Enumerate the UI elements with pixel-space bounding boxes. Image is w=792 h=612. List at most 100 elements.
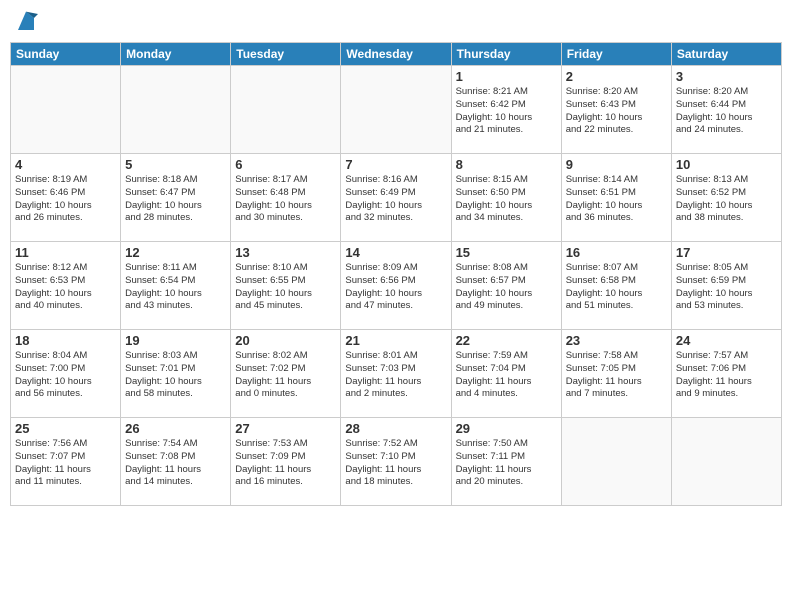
- day-info: Sunrise: 8:13 AM Sunset: 6:52 PM Dayligh…: [676, 174, 777, 225]
- day-info: Sunrise: 8:15 AM Sunset: 6:50 PM Dayligh…: [456, 174, 557, 225]
- calendar-cell: 14 Sunrise: 8:09 AM Sunset: 6:56 PM Dayli…: [341, 242, 451, 330]
- day-info: Sunrise: 8:20 AM Sunset: 6:44 PM Dayligh…: [676, 86, 777, 137]
- day-info: Sunrise: 7:54 AM Sunset: 7:08 PM Dayligh…: [125, 438, 226, 489]
- weekday-header: Sunday: [11, 43, 121, 66]
- day-info: Sunrise: 8:09 AM Sunset: 6:56 PM Dayligh…: [345, 262, 446, 313]
- weekday-header: Tuesday: [231, 43, 341, 66]
- calendar-cell: 29 Sunrise: 7:50 AM Sunset: 7:11 PM Dayli…: [451, 418, 561, 506]
- calendar-cell: 5 Sunrise: 8:18 AM Sunset: 6:47 PM Daylig…: [121, 154, 231, 242]
- calendar-cell: [231, 66, 341, 154]
- day-number: 13: [235, 245, 336, 260]
- day-info: Sunrise: 8:01 AM Sunset: 7:03 PM Dayligh…: [345, 350, 446, 401]
- calendar-cell: 12Sunrise: 8:11 AM Sunset: 6:54 PM Dayli…: [121, 242, 231, 330]
- day-info: Sunrise: 7:52 AM Sunset: 7:10 PM Dayligh…: [345, 438, 446, 489]
- day-info: Sunrise: 7:59 AM Sunset: 7:04 PM Dayligh…: [456, 350, 557, 401]
- calendar-cell: 16Sunrise: 8:07 AM Sunset: 6:58 PM Dayli…: [561, 242, 671, 330]
- day-number: 4: [15, 157, 116, 172]
- calendar-cell: 3 Sunrise: 8:20 AM Sunset: 6:44 PM Daylig…: [671, 66, 781, 154]
- day-number: 10: [676, 157, 777, 172]
- day-info: Sunrise: 8:05 AM Sunset: 6:59 PM Dayligh…: [676, 262, 777, 313]
- day-info: Sunrise: 8:04 AM Sunset: 7:00 PM Dayligh…: [15, 350, 116, 401]
- calendar-row: 1 Sunrise: 8:21 AM Sunset: 6:42 PM Daylig…: [11, 66, 782, 154]
- calendar: SundayMondayTuesdayWednesdayThursdayFrid…: [10, 42, 782, 506]
- day-number: 24: [676, 333, 777, 348]
- day-info: Sunrise: 7:57 AM Sunset: 7:06 PM Dayligh…: [676, 350, 777, 401]
- calendar-cell: 19 Sunrise: 8:03 AM Sunset: 7:01 PM Dayli…: [121, 330, 231, 418]
- day-number: 21: [345, 333, 446, 348]
- calendar-cell: 23 Sunrise: 7:58 AM Sunset: 7:05 PM Dayli…: [561, 330, 671, 418]
- weekday-header: Wednesday: [341, 43, 451, 66]
- main-container: SundayMondayTuesdayWednesdayThursdayFrid…: [0, 0, 792, 612]
- day-number: 15: [456, 245, 557, 260]
- day-number: 11: [15, 245, 116, 260]
- day-info: Sunrise: 8:08 AM Sunset: 6:57 PM Dayligh…: [456, 262, 557, 313]
- day-info: Sunrise: 7:50 AM Sunset: 7:11 PM Dayligh…: [456, 438, 557, 489]
- logo-icon: [14, 10, 38, 34]
- day-number: 18: [15, 333, 116, 348]
- day-number: 8: [456, 157, 557, 172]
- calendar-cell: 11 Sunrise: 8:12 AM Sunset: 6:53 PM Dayli…: [11, 242, 121, 330]
- calendar-cell: 20 Sunrise: 8:02 AM Sunset: 7:02 PM Dayli…: [231, 330, 341, 418]
- day-number: 3: [676, 69, 777, 84]
- day-number: 7: [345, 157, 446, 172]
- calendar-cell: 18 Sunrise: 8:04 AM Sunset: 7:00 PM Dayli…: [11, 330, 121, 418]
- day-info: Sunrise: 8:18 AM Sunset: 6:47 PM Dayligh…: [125, 174, 226, 225]
- day-number: 14: [345, 245, 446, 260]
- calendar-cell: 6 Sunrise: 8:17 AM Sunset: 6:48 PM Daylig…: [231, 154, 341, 242]
- day-info: Sunrise: 8:21 AM Sunset: 6:42 PM Dayligh…: [456, 86, 557, 137]
- calendar-cell: 7 Sunrise: 8:16 AM Sunset: 6:49 PM Daylig…: [341, 154, 451, 242]
- day-number: 22: [456, 333, 557, 348]
- day-info: Sunrise: 8:03 AM Sunset: 7:01 PM Dayligh…: [125, 350, 226, 401]
- day-info: Sunrise: 8:16 AM Sunset: 6:49 PM Dayligh…: [345, 174, 446, 225]
- day-number: 23: [566, 333, 667, 348]
- calendar-row: 18 Sunrise: 8:04 AM Sunset: 7:00 PM Dayli…: [11, 330, 782, 418]
- calendar-cell: 15 Sunrise: 8:08 AM Sunset: 6:57 PM Dayli…: [451, 242, 561, 330]
- day-number: 2: [566, 69, 667, 84]
- day-number: 19: [125, 333, 226, 348]
- calendar-row: 4Sunrise: 8:19 AM Sunset: 6:46 PM Daylig…: [11, 154, 782, 242]
- day-number: 26: [125, 421, 226, 436]
- day-info: Sunrise: 8:02 AM Sunset: 7:02 PM Dayligh…: [235, 350, 336, 401]
- calendar-cell: [341, 66, 451, 154]
- day-info: Sunrise: 7:56 AM Sunset: 7:07 PM Dayligh…: [15, 438, 116, 489]
- day-info: Sunrise: 8:12 AM Sunset: 6:53 PM Dayligh…: [15, 262, 116, 313]
- calendar-cell: 9Sunrise: 8:14 AM Sunset: 6:51 PM Daylig…: [561, 154, 671, 242]
- day-number: 5: [125, 157, 226, 172]
- calendar-row: 11 Sunrise: 8:12 AM Sunset: 6:53 PM Dayli…: [11, 242, 782, 330]
- day-info: Sunrise: 7:58 AM Sunset: 7:05 PM Dayligh…: [566, 350, 667, 401]
- calendar-cell: [671, 418, 781, 506]
- day-info: Sunrise: 7:53 AM Sunset: 7:09 PM Dayligh…: [235, 438, 336, 489]
- calendar-cell: 2 Sunrise: 8:20 AM Sunset: 6:43 PM Daylig…: [561, 66, 671, 154]
- day-number: 1: [456, 69, 557, 84]
- day-number: 12: [125, 245, 226, 260]
- calendar-cell: 21 Sunrise: 8:01 AM Sunset: 7:03 PM Dayli…: [341, 330, 451, 418]
- day-info: Sunrise: 8:10 AM Sunset: 6:55 PM Dayligh…: [235, 262, 336, 313]
- calendar-cell: 13 Sunrise: 8:10 AM Sunset: 6:55 PM Dayli…: [231, 242, 341, 330]
- weekday-header: Monday: [121, 43, 231, 66]
- calendar-cell: [121, 66, 231, 154]
- calendar-cell: 8 Sunrise: 8:15 AM Sunset: 6:50 PM Daylig…: [451, 154, 561, 242]
- weekday-header: Friday: [561, 43, 671, 66]
- weekday-header: Saturday: [671, 43, 781, 66]
- day-number: 25: [15, 421, 116, 436]
- day-info: Sunrise: 8:20 AM Sunset: 6:43 PM Dayligh…: [566, 86, 667, 137]
- day-number: 29: [456, 421, 557, 436]
- calendar-cell: 25 Sunrise: 7:56 AM Sunset: 7:07 PM Dayli…: [11, 418, 121, 506]
- day-number: 17: [676, 245, 777, 260]
- calendar-cell: [11, 66, 121, 154]
- calendar-cell: 17 Sunrise: 8:05 AM Sunset: 6:59 PM Dayli…: [671, 242, 781, 330]
- weekday-header: Thursday: [451, 43, 561, 66]
- day-number: 20: [235, 333, 336, 348]
- day-info: Sunrise: 8:14 AM Sunset: 6:51 PM Dayligh…: [566, 174, 667, 225]
- calendar-cell: 27Sunrise: 7:53 AM Sunset: 7:09 PM Dayli…: [231, 418, 341, 506]
- calendar-cell: 24 Sunrise: 7:57 AM Sunset: 7:06 PM Dayli…: [671, 330, 781, 418]
- calendar-cell: [561, 418, 671, 506]
- day-number: 16: [566, 245, 667, 260]
- header: [10, 10, 782, 34]
- calendar-cell: 28Sunrise: 7:52 AM Sunset: 7:10 PM Dayli…: [341, 418, 451, 506]
- calendar-cell: 26 Sunrise: 7:54 AM Sunset: 7:08 PM Dayli…: [121, 418, 231, 506]
- day-info: Sunrise: 8:17 AM Sunset: 6:48 PM Dayligh…: [235, 174, 336, 225]
- calendar-cell: 4Sunrise: 8:19 AM Sunset: 6:46 PM Daylig…: [11, 154, 121, 242]
- calendar-cell: 22 Sunrise: 7:59 AM Sunset: 7:04 PM Dayli…: [451, 330, 561, 418]
- day-number: 6: [235, 157, 336, 172]
